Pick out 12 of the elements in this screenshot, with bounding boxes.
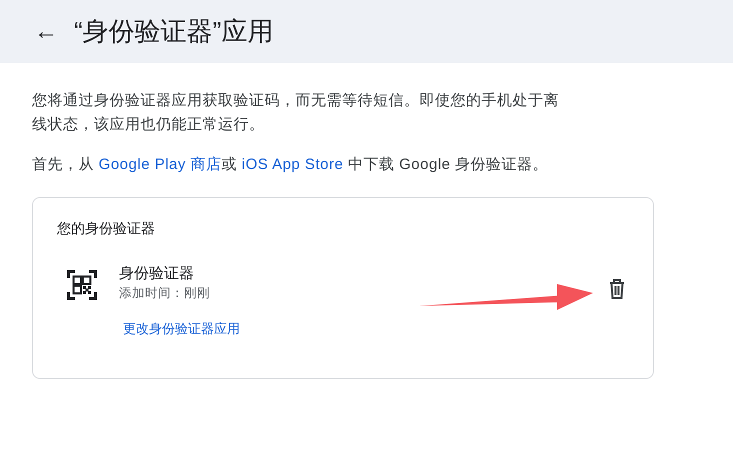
- change-app-link[interactable]: 更改身份验证器应用: [123, 321, 240, 336]
- store-link[interactable]: iOS App Store: [242, 156, 344, 173]
- card-title: 您的身份验证器: [57, 220, 156, 238]
- download-text: 首先，从 Google Play 商店或 iOS App Store 中下载 Google 身份验证器。: [32, 155, 550, 175]
- back-button[interactable]: ←: [32, 20, 60, 44]
- store-link[interactable]: Google Play 商店: [98, 156, 222, 173]
- added-time: 添加时间：刚刚: [119, 285, 211, 302]
- intro-text: 您将通过身份验证器应用获取验证码，而无需等待短信。即使您的手机处于离线状态，该应用也仍能正常运行。: [32, 91, 560, 135]
- qr-code-icon: [67, 270, 97, 300]
- delete-button[interactable]: [607, 278, 627, 300]
- app-name: 身份验证器: [119, 264, 195, 283]
- page-title: “身份验证器”应用: [74, 15, 274, 48]
